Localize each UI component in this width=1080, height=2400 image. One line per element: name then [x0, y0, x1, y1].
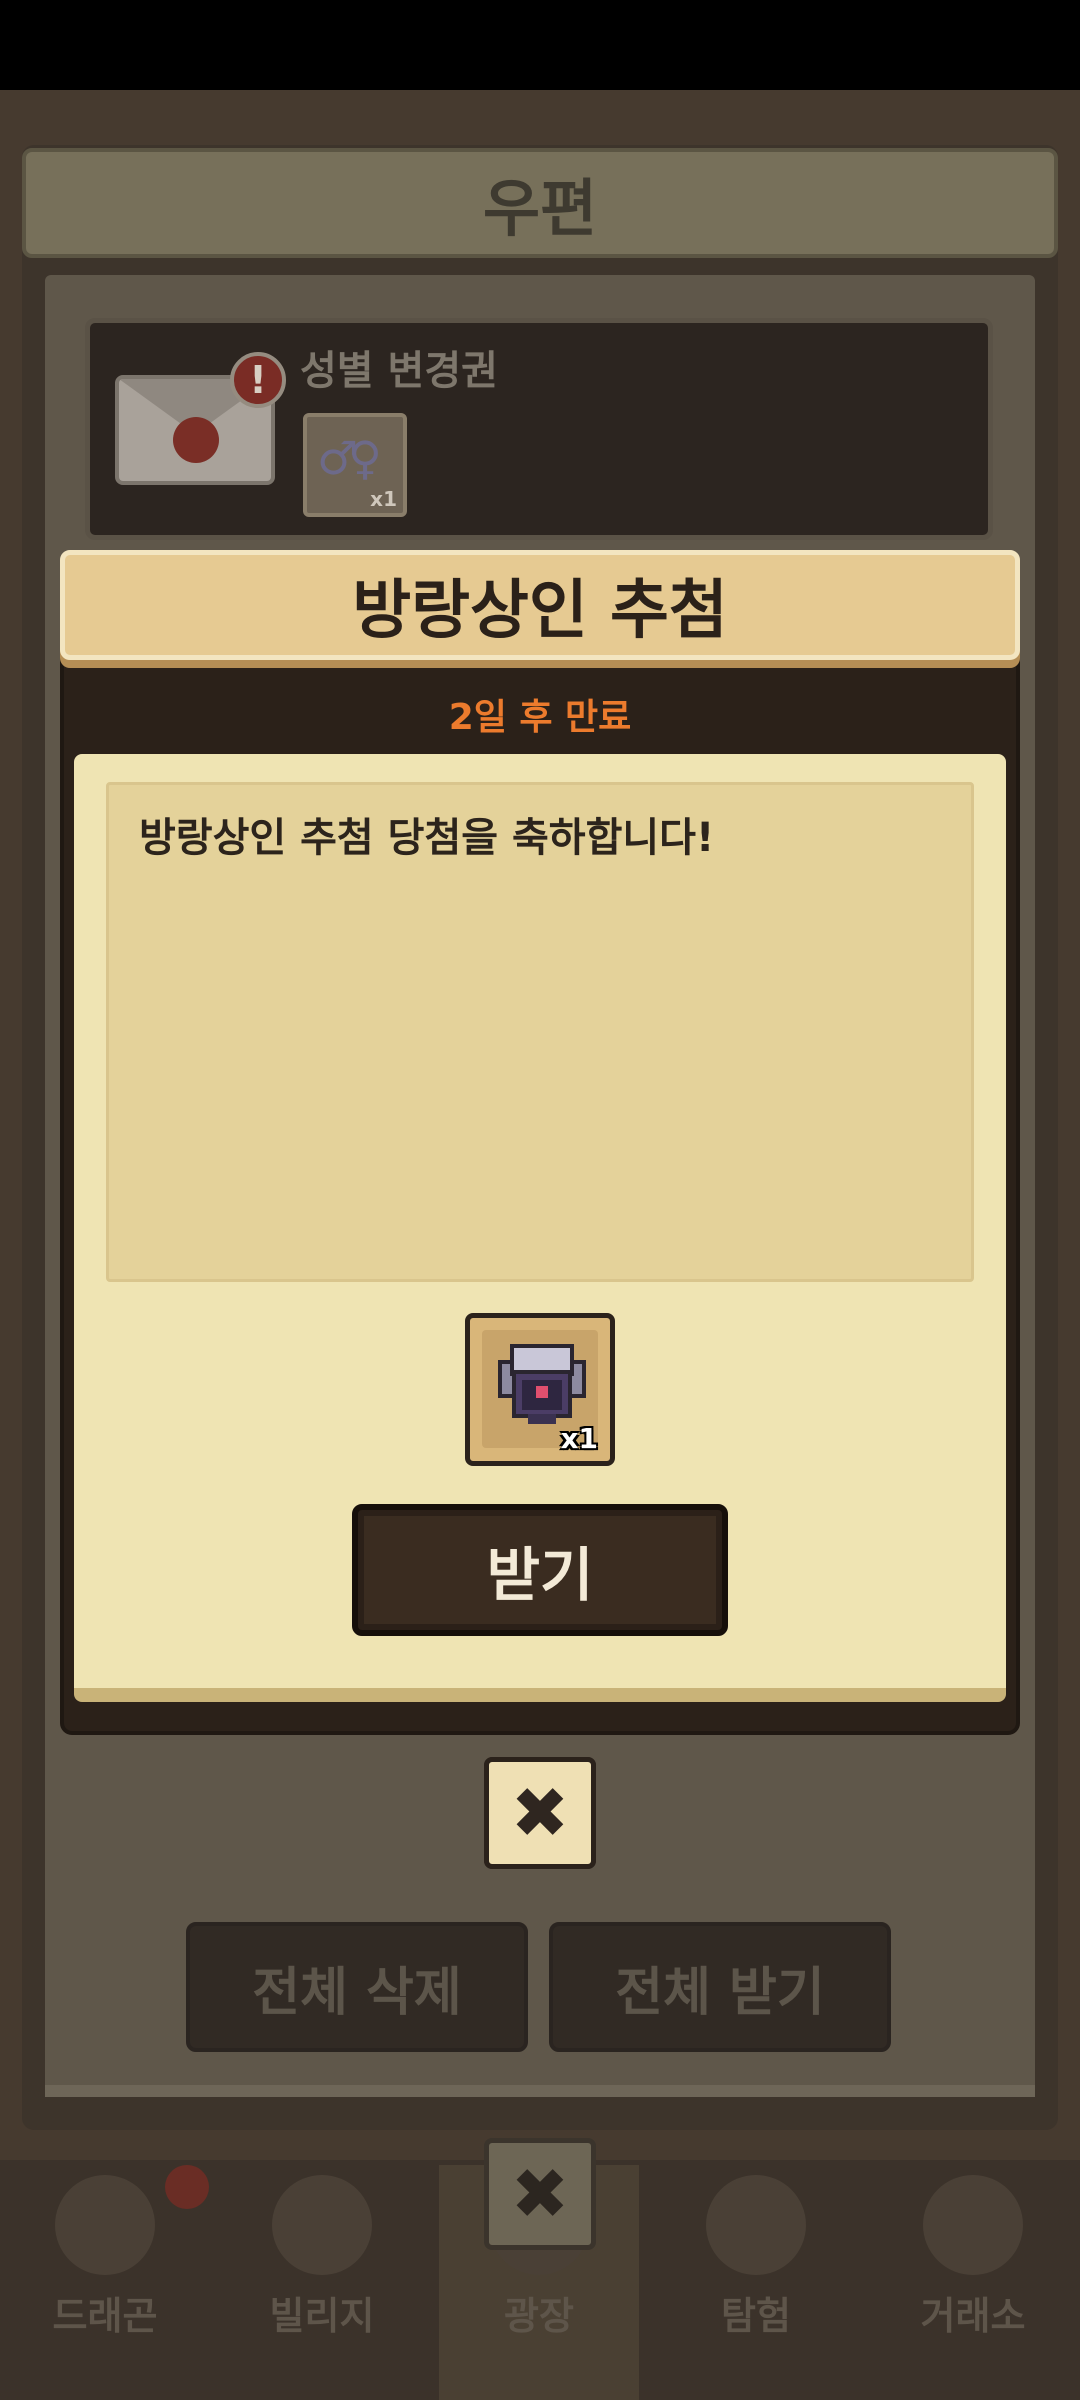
village-icon: [272, 2175, 372, 2275]
dialog-body-edge: [74, 1688, 1006, 1702]
expiry-text: 2일 후 만료: [448, 697, 632, 738]
reward-item[interactable]: x1: [465, 1313, 615, 1466]
alert-icon: !: [230, 352, 286, 408]
dialog-title: 방랑상인 추첨: [352, 574, 728, 648]
helmet-icon: [498, 1344, 586, 1424]
receive-button[interactable]: 받기: [352, 1504, 728, 1636]
dragon-icon: [55, 2175, 155, 2275]
dialog-close-icon[interactable]: ✖: [484, 1757, 596, 1869]
attachment-quantity: x1: [370, 487, 397, 511]
mail-item-title: 성별 변경권: [300, 348, 498, 394]
tab-village[interactable]: 빌리지: [222, 2165, 422, 2400]
gender-change-ticket-icon: ♂♀ x1: [303, 413, 407, 517]
reward-quantity: x1: [560, 1422, 598, 1455]
tab-explore[interactable]: 탐험: [656, 2165, 856, 2400]
close-icon[interactable]: ✖: [484, 2138, 596, 2250]
mailbox-title: 우편: [482, 172, 598, 245]
message-text: 방랑상인 추첨 당첨을 축하합니다!: [139, 815, 715, 861]
status-bar: [0, 0, 1080, 90]
receive-all-button[interactable]: 전체 받기: [549, 1922, 891, 2052]
mailbox-header: 우편: [22, 148, 1058, 258]
tab-exchange[interactable]: 거래소: [873, 2165, 1073, 2400]
notification-badge-icon: [165, 2165, 209, 2209]
delete-all-button[interactable]: 전체 삭제: [186, 1922, 528, 2052]
scale-icon: [923, 2175, 1023, 2275]
compass-icon: [706, 2175, 806, 2275]
wax-seal-icon: [173, 417, 219, 463]
message-box: 방랑상인 추첨 당첨을 축하합니다!: [106, 782, 974, 1282]
mailbox-footer: [45, 2085, 1035, 2097]
dialog-header: 방랑상인 추첨: [60, 550, 1020, 660]
